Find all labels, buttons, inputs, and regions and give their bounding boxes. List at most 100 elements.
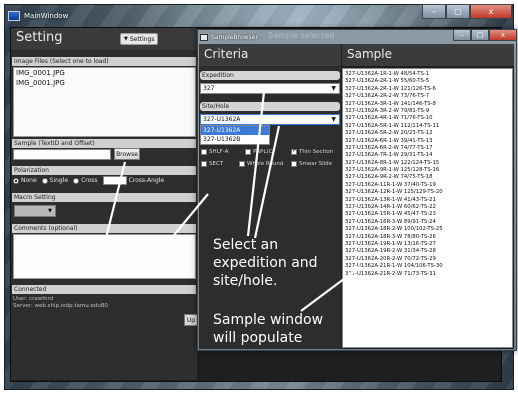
sample-list-item[interactable]: 327-U1362A-14R-1-W 60/62-TS-22	[343, 204, 512, 211]
file-item[interactable]: IMG_0001.JPG	[14, 78, 195, 88]
sample-list-item[interactable]: 327-U1362A-21R-1-W 104/106-TS-30	[343, 263, 512, 270]
expedition-select[interactable]: 327 ▼	[200, 83, 340, 94]
checkbox-label: SECT	[209, 160, 224, 167]
checkbox-sect[interactable]: SECT	[201, 160, 224, 167]
sample-list-item[interactable]: 327-U1362A-2R-2-W 73/76-TS-7	[343, 93, 512, 100]
checkbox-prpl[interactable]: PRPL(C)	[245, 148, 275, 155]
sample-list-item[interactable]: 327-U1362A-7R-1-W 29/31-TS-14	[343, 152, 512, 159]
sample-list-item[interactable]: 327-U1362A-18R-2-W 100/102-TS-25	[343, 226, 512, 233]
settings-button-label: Settings	[129, 35, 155, 43]
sample-list-item[interactable]: 327-U1362A-5R-1-W 112/114-TS-11	[343, 123, 512, 130]
checkbox-shlf-a-box[interactable]	[201, 148, 207, 155]
annotation-populate: Sample window will populate	[213, 311, 323, 347]
settings-button[interactable]: ▼ Settings	[120, 33, 158, 45]
sample-list-item[interactable]: 327-U1362A-2R-1-W 55/60-TS-5	[343, 78, 512, 85]
sample-list-item[interactable]: 327-U1362A-1R-1-W 48/54-TS-1	[343, 71, 512, 78]
radio-cross[interactable]	[73, 177, 80, 184]
minimize-button[interactable]: –	[422, 4, 446, 19]
checkbox-smear-slide[interactable]: Smear Slide	[291, 160, 333, 167]
site-hole-select[interactable]: 327-U1362A ▼	[200, 114, 340, 125]
annotation-line: Select an	[213, 237, 279, 253]
maximize-button[interactable]: □	[446, 4, 470, 19]
window-icon	[200, 33, 208, 41]
image-file-list[interactable]: IMG_0001.JPG IMG_0001.JPG	[13, 67, 196, 137]
sample-list-item[interactable]: 327-U1362A-6R-1-W 39/41-TS-13	[343, 138, 512, 145]
sample-list-item[interactable]: 327-U1362A-15R-1-W 45/47-TS-23	[343, 211, 512, 218]
sample-list-item[interactable]: 327-U1362A-16R-3-W 89/91-TS-24	[343, 219, 512, 226]
sample-title: Sample	[347, 47, 392, 61]
sample-list-item[interactable]: 327-U1362A-3R-1-W 141/146-TS-8	[343, 101, 512, 108]
main-window-titlebar[interactable]: MainWindow	[8, 8, 68, 24]
sample-list-item[interactable]: 327-U1362A-12R-1-W 125/129-TS-20	[343, 189, 512, 196]
cross-angle-input[interactable]	[102, 176, 127, 185]
sample-type-row-2: SECT Whole Round Smear Slide	[201, 159, 341, 168]
browse-button[interactable]: Browse	[114, 148, 140, 160]
sample-input[interactable]	[13, 149, 111, 160]
checkbox-sect-box[interactable]	[201, 160, 207, 167]
site-hole-label: Site/Hole	[200, 102, 340, 111]
checkbox-shlf-a[interactable]: SHLF-A	[201, 148, 229, 155]
annotation-browse: Click on Browse to launch Sample window	[15, 239, 182, 275]
sample-list-item[interactable]: 327-U1362A-9R-2-W 74/75-TS-18	[343, 174, 512, 181]
sample-label: Sample (TextID and Offset)	[12, 139, 196, 148]
sample-list-item[interactable]: 327-U1362A-11R-1-W 37/40-TS-19	[343, 182, 512, 189]
checkbox-label: Thin Section	[299, 148, 334, 155]
sample-list-item[interactable]: 327-U1362A-2R-1-W 121/126-TS-6	[343, 86, 512, 93]
expedition-value: 327	[203, 85, 215, 92]
sample-list-item[interactable]: 327-U1362A-20R-2-W 70/72-TS-29	[343, 256, 512, 263]
close-button[interactable]: x	[489, 29, 517, 41]
annotation-line: Click on Browse to	[15, 240, 149, 256]
sample-list-item[interactable]: 327-U1362A-18R-3-W 78/80-TS-26	[343, 234, 512, 241]
sample-list-item[interactable]: 327-U1362A-13R-1-W 41/43-TS-21	[343, 197, 512, 204]
sample-list-item[interactable]: 327-U1362A-9R-1-W 125/128-TS-16	[343, 167, 512, 174]
checkbox-smear-slide-box[interactable]	[291, 160, 297, 167]
sample-type-row-1: SHLF-A PRPL(C) Thin Section	[201, 147, 341, 156]
checkbox-label: Smear Slide	[299, 160, 333, 167]
sample-list-item[interactable]: 327-U1362A-8R-1-W 122/124-TS-15	[343, 160, 512, 167]
sample-list[interactable]: 327-U1362A-1R-1-W 48/54-TS-1 327-U1362A-2…	[342, 68, 513, 348]
checkbox-prpl-box[interactable]	[245, 148, 251, 155]
checkbox-label: PRPL(C)	[253, 148, 275, 155]
annotation-line: site/hole.	[213, 273, 278, 289]
annotation-line: Sample window	[213, 312, 324, 328]
chevron-down-icon: ▼	[124, 36, 128, 42]
site-option[interactable]: 327-U1362B	[201, 135, 269, 144]
checkbox-thin-section[interactable]: Thin Section	[291, 147, 334, 155]
site-hole-value: 327-U1362A	[203, 116, 241, 123]
sample-browser-title: SampleBrowser	[211, 33, 258, 41]
checkbox-label: Whole Round	[247, 160, 284, 167]
site-option[interactable]: 327-U1362A	[201, 126, 269, 135]
chevron-down-icon: ▼	[48, 208, 52, 214]
sample-list-item[interactable]: 327-U1362A-6R-2-W 74/77-TS-17	[343, 145, 512, 152]
macro-select[interactable]: ▼	[14, 205, 56, 217]
minimize-button[interactable]: –	[453, 29, 471, 41]
update-button[interactable]: Up	[184, 314, 198, 326]
cross-angle-label: Cross-Angle	[128, 177, 165, 184]
chevron-down-icon: ▼	[331, 85, 336, 92]
sample-list-item[interactable]: 327-U1362A-4R-1-W 71/76-TS-10	[343, 115, 512, 122]
radio-none[interactable]	[13, 177, 19, 184]
comments-label: Comments (optional)	[12, 224, 196, 233]
maximize-button[interactable]: □	[471, 29, 489, 41]
radio-none-label: None	[21, 177, 37, 184]
sample-list-item[interactable]: 327-U1362A-3R-2-W 79/81-TS-9	[343, 108, 512, 115]
annotation-line: expedition and	[213, 255, 318, 271]
sample-list-item[interactable]: 327-U1362A-19R-1-W 13/16-TS-27	[343, 241, 512, 248]
checkbox-whole-round[interactable]: Whole Round	[239, 160, 284, 167]
criteria-title: Criteria	[204, 47, 249, 61]
file-item[interactable]: IMG_0001.JPG	[14, 68, 195, 78]
checkbox-whole-round-box[interactable]	[239, 160, 245, 167]
sample-list-item[interactable]: 327-U1362A-19R-2-W 31/34-TS-28	[343, 248, 512, 255]
annotation-select: Select an expedition and site/hole.	[213, 236, 318, 290]
sample-browser-titlebar[interactable]: SampleBrowser	[200, 31, 258, 43]
sample-list-item[interactable]: 327-U1362A-5R-2-W 20/23-TS-12	[343, 130, 512, 137]
chevron-down-icon: ▼	[331, 116, 336, 123]
checkbox-label: SHLF-A	[209, 148, 229, 155]
image-files-label: Image Files (Select one to load)	[12, 57, 196, 66]
sample-list-item[interactable]: 327-U1362A-21R-2-W 71/73-TS-31	[343, 271, 512, 278]
checkbox-thin-section-box[interactable]	[291, 147, 297, 155]
server-text: Server: web.ship.iodp.tamu.edu80	[13, 303, 108, 309]
polarization-label: Polarization	[12, 166, 196, 175]
close-button[interactable]: x	[470, 4, 512, 19]
radio-single[interactable]	[41, 177, 48, 184]
